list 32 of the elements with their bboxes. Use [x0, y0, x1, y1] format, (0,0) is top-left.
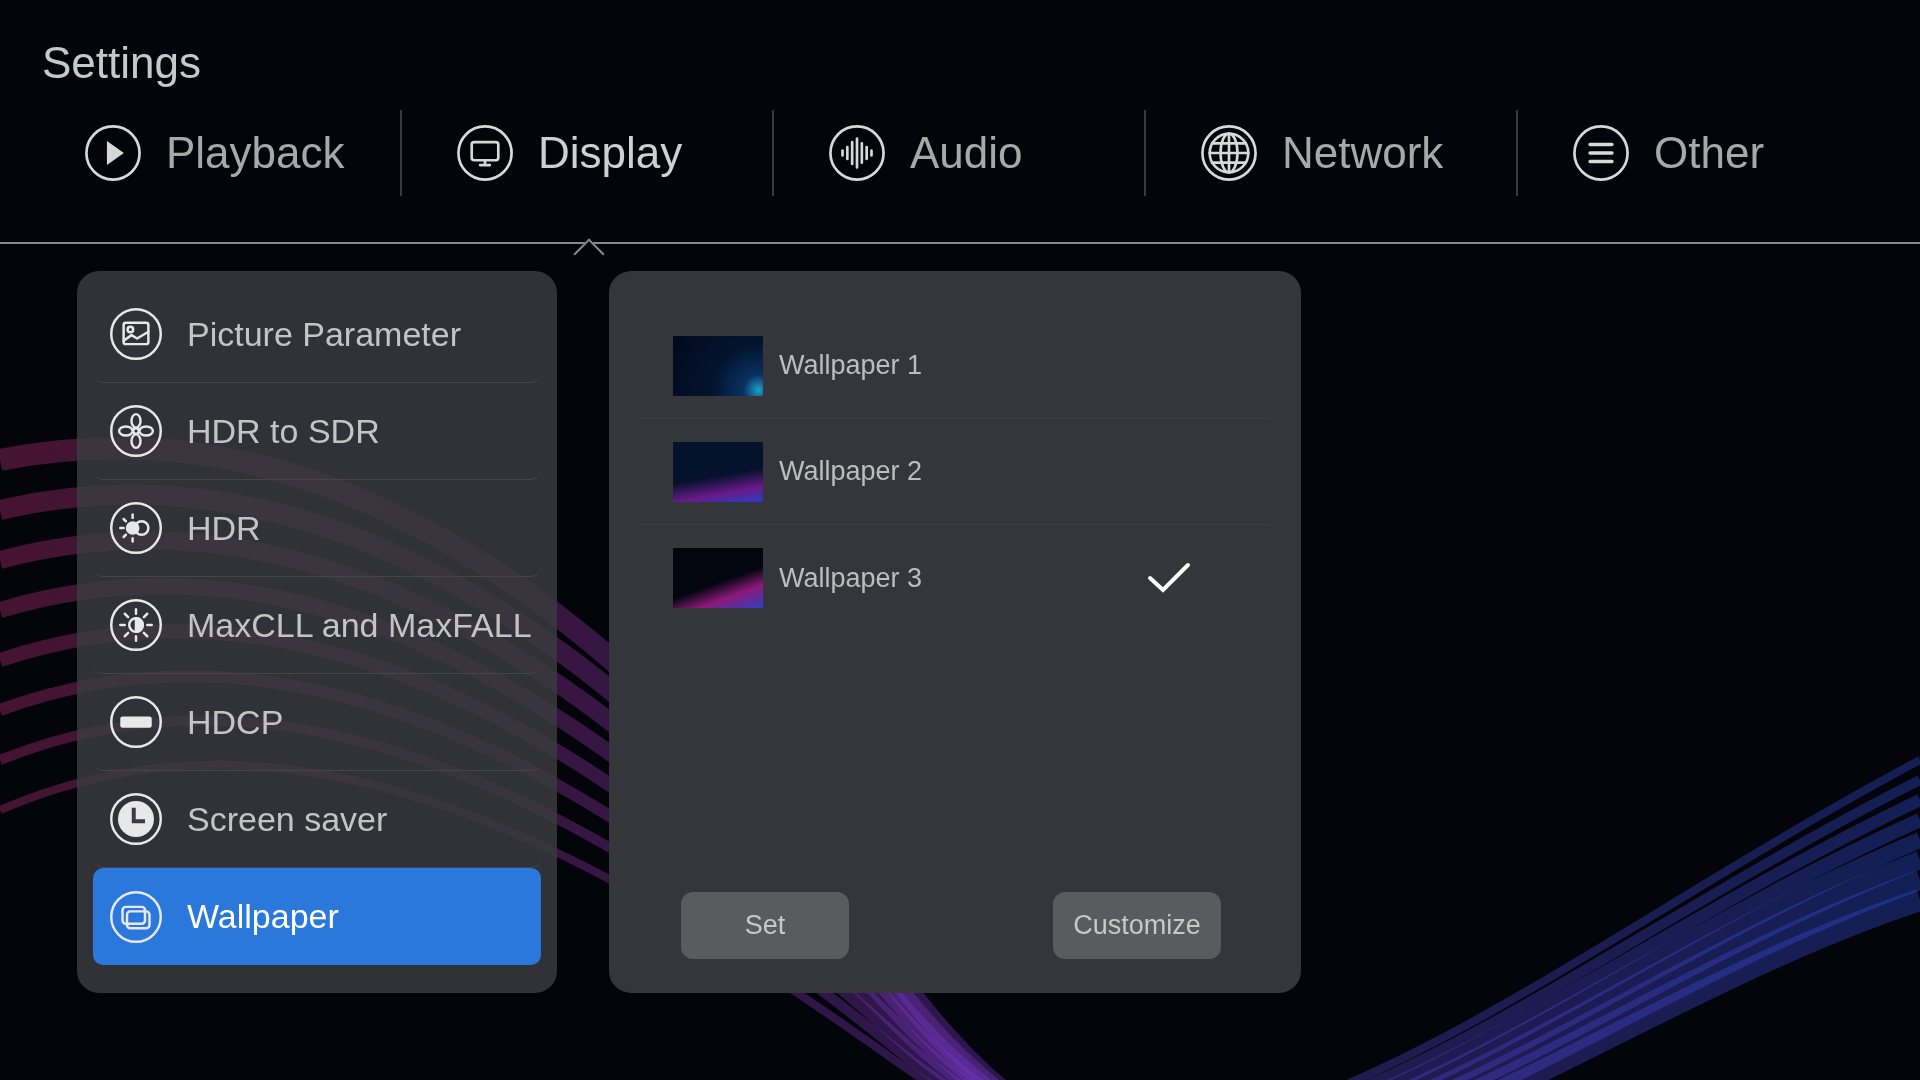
monitor-icon [456, 124, 514, 182]
tab[interactable]: Display [402, 110, 691, 196]
tab[interactable]: Network [1146, 110, 1452, 196]
flower-icon [109, 404, 163, 458]
menu-item[interactable]: MaxCLL and MaxFALL [93, 577, 541, 674]
hdcp-icon [109, 695, 163, 749]
wallpaper-name: Wallpaper 1 [779, 349, 923, 383]
wallpaper-name: Wallpaper 2 [779, 455, 923, 489]
play-icon [84, 124, 142, 182]
brightness-icon [109, 598, 163, 652]
hdr-icon [109, 501, 163, 555]
sound-wave-icon [828, 124, 886, 182]
layers-icon [109, 889, 163, 944]
tab[interactable]: Audio [774, 110, 1031, 196]
tab[interactable]: Playback [30, 110, 353, 196]
globe-icon [1200, 124, 1258, 182]
clock-icon [109, 792, 163, 846]
page-title: Settings [41, 37, 202, 88]
wallpaper-option[interactable]: Wallpaper 2 [639, 419, 1271, 525]
action-button[interactable]: Set [681, 892, 849, 959]
menu-item[interactable]: Wallpaper [93, 868, 541, 965]
menu-item[interactable]: HDCP [93, 674, 541, 771]
wallpaper-option[interactable]: Wallpaper 1 [639, 313, 1271, 419]
menu-item[interactable]: HDR [93, 480, 541, 577]
tab[interactable]: Other [1518, 110, 1773, 196]
menu-item[interactable]: Picture Parameter [93, 286, 541, 383]
menu-icon [1572, 124, 1630, 182]
wallpaper-name: Wallpaper 3 [779, 561, 923, 595]
action-button[interactable]: Customize [1053, 892, 1221, 959]
wallpaper-option[interactable]: Wallpaper 3 [639, 525, 1271, 631]
menu-item[interactable]: HDR to SDR [93, 383, 541, 480]
image-icon [109, 307, 163, 361]
